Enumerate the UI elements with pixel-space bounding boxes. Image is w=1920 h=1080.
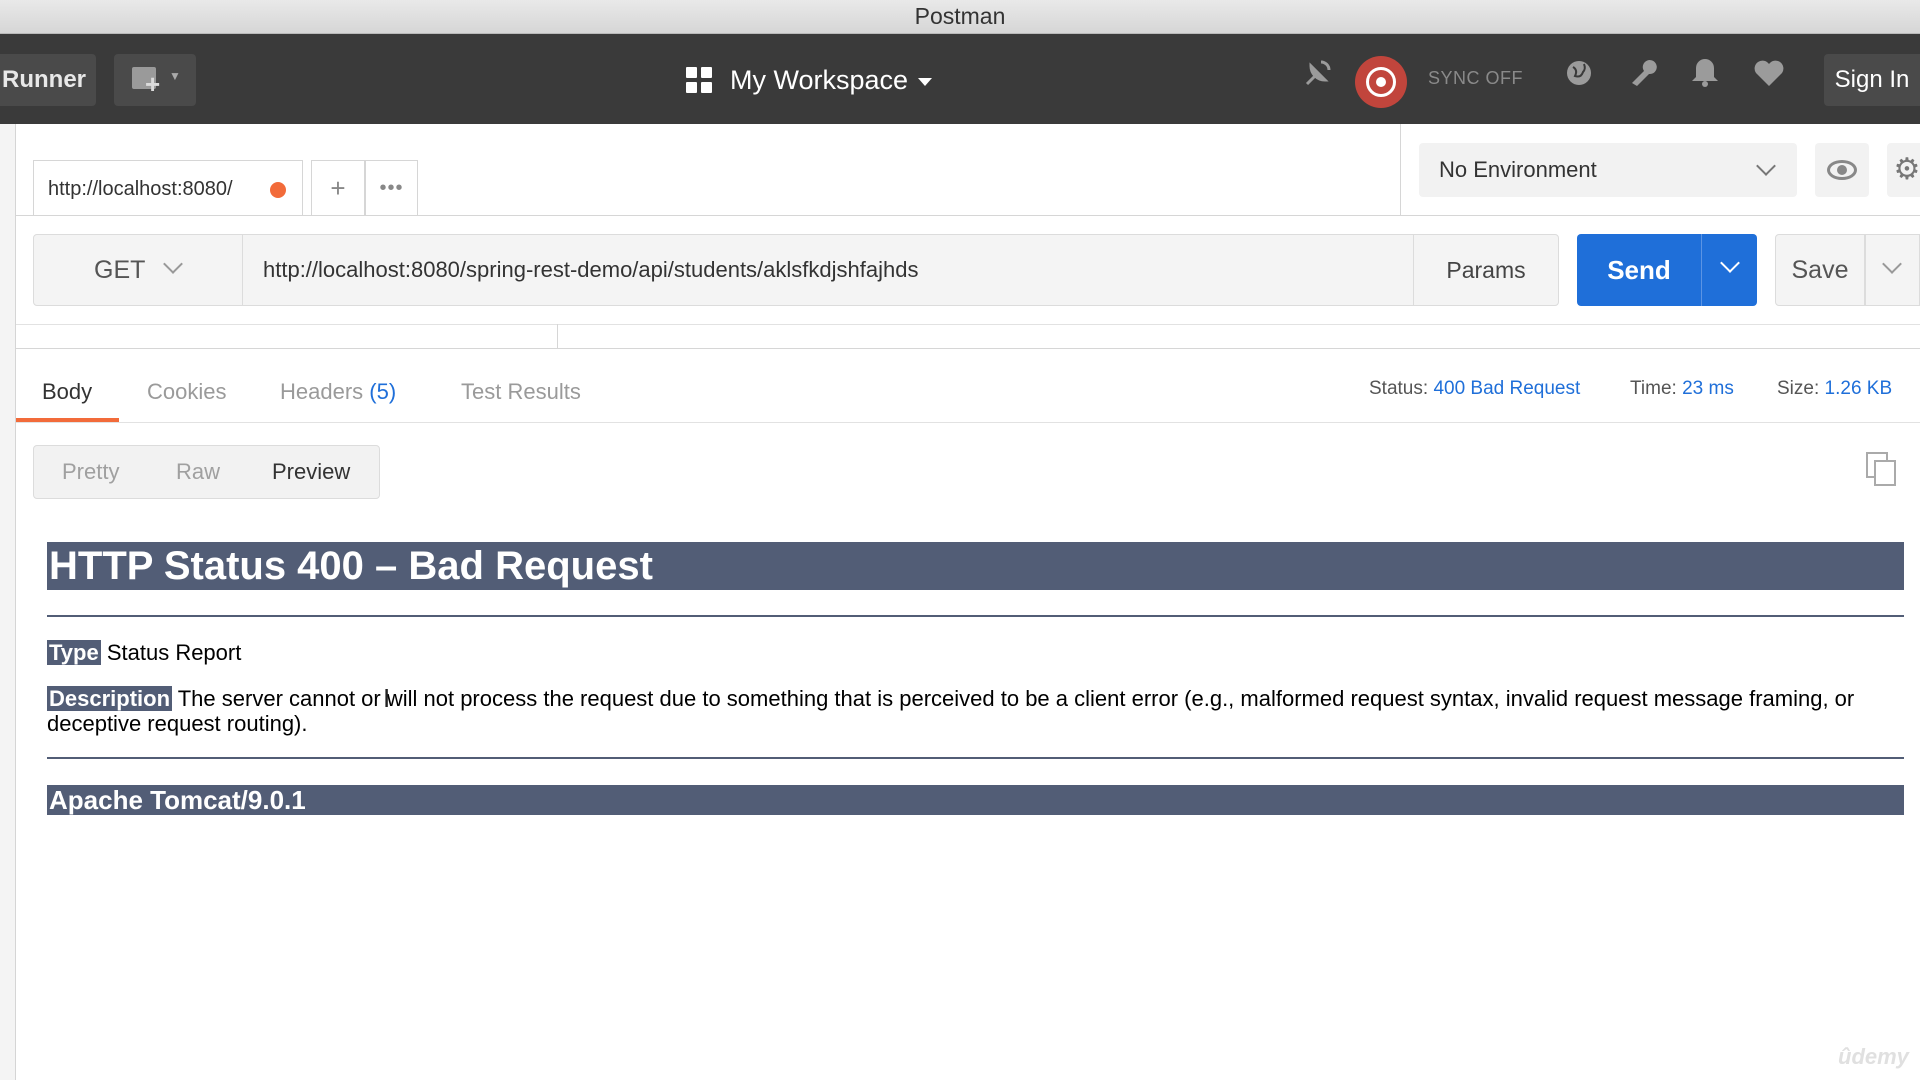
url-input[interactable]: http://localhost:8080/spring-rest-demo/a… xyxy=(243,234,1413,306)
environment-value: No Environment xyxy=(1439,157,1597,182)
environment-select[interactable]: No Environment xyxy=(1419,143,1797,197)
satellite-icon[interactable] xyxy=(1295,56,1341,102)
view-mode-preview[interactable]: Preview xyxy=(272,446,350,498)
workspace-selector[interactable]: My Workspace xyxy=(686,60,933,100)
divider xyxy=(47,615,1904,617)
chevron-down-icon xyxy=(1756,156,1776,176)
add-tab-button[interactable]: + xyxy=(311,160,365,216)
response-status: Status: 400 Bad Request xyxy=(1369,378,1581,399)
watermark-logo: ûdemy xyxy=(1838,1044,1909,1069)
sign-in-button[interactable]: Sign In xyxy=(1824,54,1920,106)
description-value: The server cannot or will not process th… xyxy=(47,686,1855,736)
error-heading: HTTP Status 400 – Bad Request xyxy=(47,542,1904,590)
description-label: Description xyxy=(47,686,173,711)
sync-icon[interactable] xyxy=(1355,56,1407,108)
params-button[interactable]: Params xyxy=(1413,234,1559,306)
method-value: GET xyxy=(94,256,146,284)
save-dropdown-button[interactable] xyxy=(1865,234,1920,306)
gear-icon: ⚙ xyxy=(1893,153,1920,186)
size-value: 1.26 KB xyxy=(1824,378,1893,399)
view-mode-toggle: Pretty Raw Preview xyxy=(33,445,380,499)
manage-environments-button[interactable]: ⚙ xyxy=(1887,143,1920,197)
error-description-line: Description The server cannot or will no… xyxy=(47,686,1904,736)
view-mode-raw[interactable]: Raw xyxy=(176,446,220,498)
time-value: 23 ms xyxy=(1682,378,1734,399)
type-label: Type xyxy=(47,640,101,665)
plus-icon: + xyxy=(145,69,161,99)
chevron-down-icon xyxy=(163,254,183,274)
view-mode-pretty[interactable]: Pretty xyxy=(62,446,119,498)
tab-test-results[interactable]: Test Results xyxy=(461,372,581,412)
caret-down-icon xyxy=(918,78,933,86)
send-dropdown-button[interactable] xyxy=(1701,234,1757,306)
sync-status-text: SYNC OFF xyxy=(1428,68,1524,88)
more-tabs-button[interactable]: ••• xyxy=(365,160,418,216)
caret-down-icon: ▼ xyxy=(169,69,181,83)
workspace-label: My Workspace xyxy=(730,64,909,95)
tab-cookies[interactable]: Cookies xyxy=(147,372,226,412)
headers-count: (5) xyxy=(369,379,397,404)
unsaved-dot-icon xyxy=(270,182,286,198)
error-type-line: Type Status Report xyxy=(47,640,241,666)
status-value: 400 Bad Request xyxy=(1433,378,1581,399)
request-tab-label: http://localhost:8080/ xyxy=(48,178,233,200)
sidebar-edge xyxy=(0,124,16,1080)
divider xyxy=(16,348,1920,349)
globe-icon[interactable] xyxy=(1556,56,1602,102)
environment-quick-look-button[interactable] xyxy=(1815,143,1869,197)
workspace-grid-icon xyxy=(686,67,712,93)
save-button[interactable]: Save xyxy=(1775,234,1865,306)
tab-headers[interactable]: Headers (5) xyxy=(280,372,396,412)
chevron-down-icon xyxy=(1720,253,1740,273)
heart-icon[interactable] xyxy=(1746,56,1792,102)
response-time: Time: 23 ms xyxy=(1630,378,1734,399)
window-titlebar: Postman xyxy=(0,0,1920,34)
chevron-down-icon xyxy=(1882,254,1902,274)
text-cursor-icon: I xyxy=(383,683,391,713)
tab-headers-label: Headers xyxy=(280,379,364,404)
divider xyxy=(47,757,1904,759)
method-select[interactable]: GET xyxy=(33,234,243,306)
tabs-divider xyxy=(16,215,1400,216)
request-tab[interactable]: http://localhost:8080/ xyxy=(33,160,303,216)
wrench-icon[interactable] xyxy=(1620,56,1666,102)
new-button[interactable]: + ▼ xyxy=(114,54,196,106)
app-header: Runner + ▼ My Workspace SYNC OFF Sign In xyxy=(0,34,1920,124)
pane-resize-handle[interactable] xyxy=(557,324,558,348)
send-button[interactable]: Send xyxy=(1577,234,1701,306)
tab-body[interactable]: Body xyxy=(42,372,92,412)
response-size: Size: 1.26 KB xyxy=(1777,378,1893,399)
window-title: Postman xyxy=(914,3,1006,29)
bell-icon[interactable] xyxy=(1682,56,1728,102)
runner-button[interactable]: Runner xyxy=(0,54,96,106)
server-footer: Apache Tomcat/9.0.1 xyxy=(47,785,1904,815)
divider xyxy=(16,422,1920,423)
type-value: Status Report xyxy=(100,640,242,665)
copy-icon[interactable] xyxy=(1866,452,1898,488)
divider xyxy=(16,324,1920,325)
